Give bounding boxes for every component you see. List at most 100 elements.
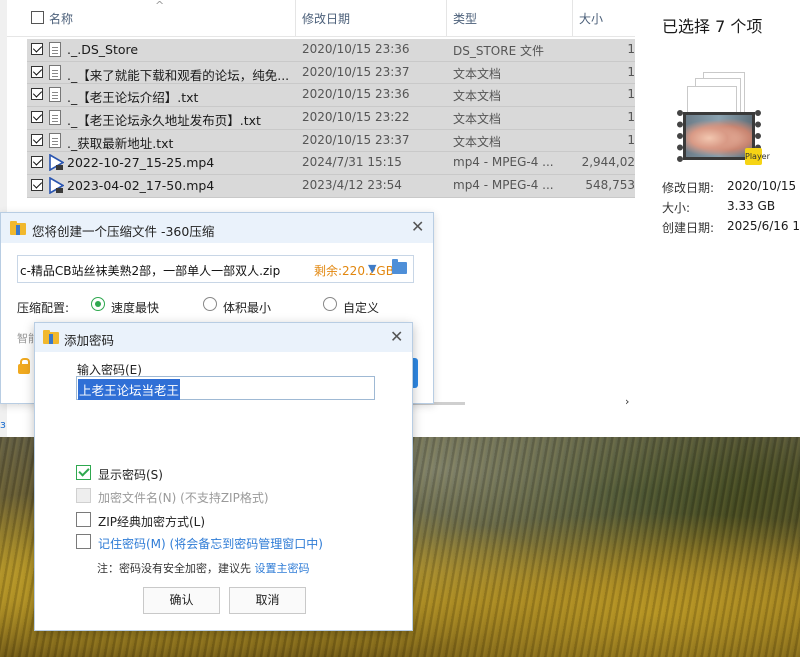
- column-separator[interactable]: [572, 0, 573, 36]
- file-size: 1: [627, 64, 635, 79]
- multi-file-thumbnail-icon: Player: [675, 70, 770, 170]
- radio-smallest-label[interactable]: 体积最小: [223, 299, 271, 316]
- radio-custom[interactable]: [323, 297, 337, 311]
- file-row[interactable]: ._获取最新地址.txt 2020/10/15 23:37 文本文档 1: [27, 129, 641, 153]
- nav-glyph: ɜ: [0, 418, 6, 431]
- show-password-label[interactable]: 显示密码(S): [98, 466, 163, 483]
- file-row[interactable]: ._【老王论坛永久地址发布页】.txt 2020/10/15 23:22 文本文…: [27, 107, 641, 130]
- dialog-title-bar[interactable]: 您将创建一个压缩文件 -360压缩 ✕: [1, 213, 433, 243]
- set-master-password-link[interactable]: 设置主密码: [255, 562, 310, 575]
- file-size: 1: [627, 42, 635, 56]
- video-icon: [49, 154, 64, 172]
- dropdown-arrow-icon[interactable]: ▼: [368, 262, 376, 275]
- file-name: ._获取最新地址.txt: [67, 135, 174, 151]
- detail-label: 修改日期:: [662, 181, 715, 195]
- confirm-button[interactable]: 确认: [143, 587, 220, 614]
- file-row[interactable]: ._.DS_Store 2020/10/15 23:36 DS_STORE 文件…: [27, 39, 641, 62]
- file-type: 文本文档: [453, 112, 502, 127]
- column-separator[interactable]: [446, 0, 447, 36]
- file-row[interactable]: 2022-10-27_15-25.mp4 2024/7/31 15:15 mp4…: [27, 152, 641, 176]
- file-icon: [49, 132, 61, 148]
- file-name: ._【来了就能下载和观看的论坛，纯免...: [67, 67, 290, 83]
- file-name: ._.DS_Store: [67, 42, 139, 57]
- encrypt-filenames-label: 加密文件名(N) (不支持ZIP格式): [98, 491, 269, 505]
- file-date: 2024/7/31 15:15: [302, 155, 402, 170]
- zip-classic-encryption-label[interactable]: ZIP经典加密方式(L): [98, 513, 205, 530]
- file-date: 2020/10/15 23:22: [302, 110, 410, 125]
- row-checkbox[interactable]: [31, 179, 43, 192]
- file-size: 1: [627, 87, 635, 102]
- password-value: 上老王论坛当老王: [78, 379, 181, 400]
- remember-password-checkbox[interactable]: [76, 534, 91, 549]
- file-date: 2020/10/15 23:36: [302, 87, 410, 102]
- file-icon: [49, 87, 61, 103]
- file-icon: [49, 110, 61, 126]
- security-note: 注：密码没有安全加密，建议先 设置主密码: [97, 560, 310, 576]
- remaining-space: 剩余:220.2GB: [314, 264, 394, 278]
- file-size: 2,944,02: [581, 155, 635, 170]
- video-icon: [49, 177, 64, 195]
- lock-icon[interactable]: [18, 358, 30, 374]
- row-checkbox[interactable]: [31, 133, 43, 146]
- file-rows: ._.DS_Store 2020/10/15 23:36 DS_STORE 文件…: [27, 39, 641, 198]
- file-type: mp4 - MPEG-4 ...: [453, 178, 554, 193]
- file-size: 548,753: [585, 178, 635, 193]
- file-name: ._【老王论坛介绍】.txt: [67, 90, 199, 106]
- row-checkbox[interactable]: [31, 43, 43, 55]
- remember-password-label[interactable]: 记住密码(M) (将会备忘到密码管理窗口中): [98, 535, 323, 552]
- file-date: 2020/10/15 23:37: [302, 64, 410, 79]
- detail-value: 3.33 GB: [727, 199, 776, 213]
- detail-label: 创建日期:: [662, 221, 715, 235]
- file-date: 2020/10/15 23:37: [302, 132, 410, 147]
- file-size: 1: [627, 132, 635, 147]
- zip-classic-encryption-checkbox[interactable]: [76, 512, 91, 527]
- note-text: 注：密码没有安全加密，建议先: [97, 562, 255, 575]
- dialog-title: 添加密码: [64, 333, 115, 348]
- row-checkbox[interactable]: [31, 65, 43, 78]
- column-size[interactable]: 大小: [579, 10, 603, 27]
- row-checkbox[interactable]: [31, 156, 43, 169]
- radio-fastest[interactable]: [91, 297, 105, 311]
- dialog-title-bar[interactable]: 添加密码 ✕: [35, 323, 412, 352]
- show-password-checkbox[interactable]: [76, 465, 91, 480]
- file-icon: [49, 64, 61, 80]
- browse-folder-icon[interactable]: [392, 259, 407, 274]
- scroll-right-icon[interactable]: ›: [625, 395, 629, 408]
- player-badge-icon: Player: [745, 148, 770, 165]
- file-row[interactable]: ._【老王论坛介绍】.txt 2020/10/15 23:36 文本文档 1: [27, 84, 641, 108]
- select-all-checkbox[interactable]: [31, 11, 44, 24]
- close-icon[interactable]: ✕: [411, 219, 424, 235]
- radio-custom-label[interactable]: 自定义: [343, 299, 379, 316]
- row-checkbox[interactable]: [31, 111, 43, 124]
- file-name: 2022-10-27_15-25.mp4: [67, 155, 215, 171]
- file-type: mp4 - MPEG-4 ...: [453, 155, 554, 170]
- 360zip-app-icon: [43, 330, 59, 344]
- cancel-button[interactable]: 取消: [229, 587, 306, 614]
- file-date: 2020/10/15 23:36: [302, 42, 410, 56]
- column-type[interactable]: 类型: [453, 10, 477, 27]
- detail-value: 2025/6/16 1: [727, 219, 800, 233]
- password-input[interactable]: 上老王论坛当老王: [76, 376, 375, 400]
- config-label: 压缩配置:: [17, 301, 70, 315]
- 360zip-app-icon: [10, 221, 26, 235]
- file-size: 1: [627, 110, 635, 125]
- archive-path: c-精品CB站丝袜美熟2部，一部单人一部双人.zip: [20, 264, 281, 278]
- row-checkbox[interactable]: [31, 88, 43, 101]
- radio-smallest[interactable]: [203, 297, 217, 311]
- file-icon: [49, 42, 61, 57]
- detail-label: 大小:: [662, 201, 691, 215]
- file-name: ._【老王论坛永久地址发布页】.txt: [67, 113, 261, 129]
- file-name: 2023-04-02_17-50.mp4: [67, 178, 215, 194]
- column-separator[interactable]: [295, 0, 296, 36]
- column-date[interactable]: 修改日期: [302, 10, 350, 27]
- file-type: 文本文档: [453, 89, 502, 104]
- dialog-title: 您将创建一个压缩文件 -360压缩: [32, 224, 215, 239]
- file-row[interactable]: 2023-04-02_17-50.mp4 2023/4/12 23:54 mp4…: [27, 175, 641, 198]
- detail-value: 2020/10/15: [727, 179, 797, 193]
- column-name[interactable]: 名称: [49, 10, 73, 27]
- column-header: 名称 ^ 修改日期 类型 大小: [7, 0, 635, 37]
- close-icon[interactable]: ✕: [390, 329, 403, 345]
- archive-path-field[interactable]: c-精品CB站丝袜美熟2部，一部单人一部双人.zip 剩余:220.2GB ▼: [17, 255, 414, 283]
- radio-fastest-label[interactable]: 速度最快: [111, 299, 159, 316]
- file-row[interactable]: ._【来了就能下载和观看的论坛，纯免... 2020/10/15 23:37 文…: [27, 61, 641, 85]
